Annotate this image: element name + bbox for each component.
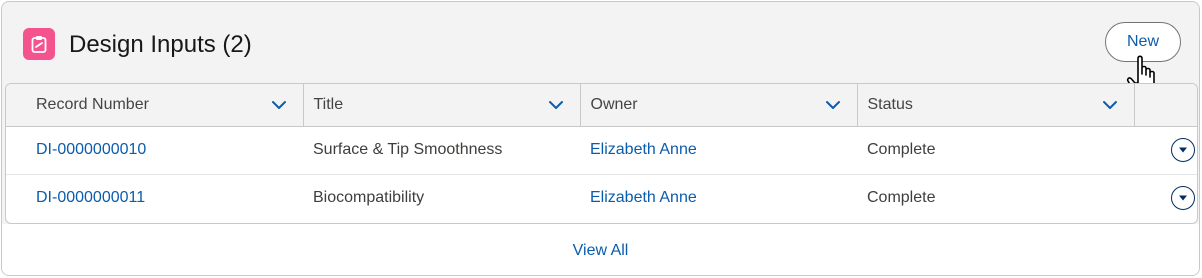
column-header-label: Status xyxy=(867,95,913,113)
caret-down-icon xyxy=(1178,195,1187,201)
record-number-link[interactable]: DI-0000000011 xyxy=(36,189,145,206)
column-header-label: Record Number xyxy=(36,95,149,113)
column-header-title[interactable]: Title xyxy=(303,84,581,127)
card-footer: View All xyxy=(2,224,1199,275)
title-cell: Surface & Tip Smoothness xyxy=(313,141,503,158)
column-header-label: Owner xyxy=(590,95,638,113)
column-header-owner[interactable]: Owner xyxy=(580,84,858,127)
new-button[interactable]: New xyxy=(1105,22,1181,62)
owner-link[interactable]: Elizabeth Anne xyxy=(590,189,697,206)
row-action-button[interactable] xyxy=(1170,138,1195,162)
row-action-cell xyxy=(1134,126,1197,174)
chevron-down-icon[interactable] xyxy=(825,98,841,112)
status-cell: Complete xyxy=(867,141,936,158)
column-header-status[interactable]: Status xyxy=(857,84,1135,127)
column-header-actions xyxy=(1134,84,1197,127)
column-header-record-number[interactable]: Record Number xyxy=(6,84,304,127)
owner-cell: Elizabeth Anne xyxy=(580,174,857,222)
column-header-label: Title xyxy=(313,95,344,113)
card-header: Design Inputs (2) New xyxy=(2,2,1199,97)
owner-cell: Elizabeth Anne xyxy=(580,126,857,174)
chevron-down-icon[interactable] xyxy=(548,98,564,112)
title-cell: Biocompatibility xyxy=(313,189,425,207)
table-row: DI-0000000010 Surface & Tip Smoothness E… xyxy=(6,126,1197,174)
row-action-button[interactable] xyxy=(1170,186,1195,211)
view-all-link[interactable]: View All xyxy=(573,242,629,260)
caret-down-icon xyxy=(1178,147,1187,153)
status-cell: Complete xyxy=(867,189,936,207)
record-number-cell: DI-0000000011 xyxy=(6,174,303,222)
record-number-link[interactable]: DI-0000000010 xyxy=(36,141,146,158)
row-action-cell xyxy=(1134,174,1197,222)
owner-link[interactable]: Elizabeth Anne xyxy=(590,141,697,158)
card-title: Design Inputs (2) xyxy=(69,31,252,58)
record-number-cell: DI-0000000010 xyxy=(6,126,303,174)
clipboard-icon xyxy=(23,28,55,60)
chevron-down-icon[interactable] xyxy=(1102,98,1118,112)
chevron-down-icon[interactable] xyxy=(271,98,287,112)
table-row: DI-0000000011 Biocompatibility Elizabeth… xyxy=(6,174,1197,222)
records-table: Record Number Title Owner Status DI-0000… xyxy=(5,83,1198,224)
related-list-card: Design Inputs (2) New Record Number Titl… xyxy=(1,1,1200,276)
table-header-row: Record Number Title Owner Status xyxy=(6,84,1197,127)
